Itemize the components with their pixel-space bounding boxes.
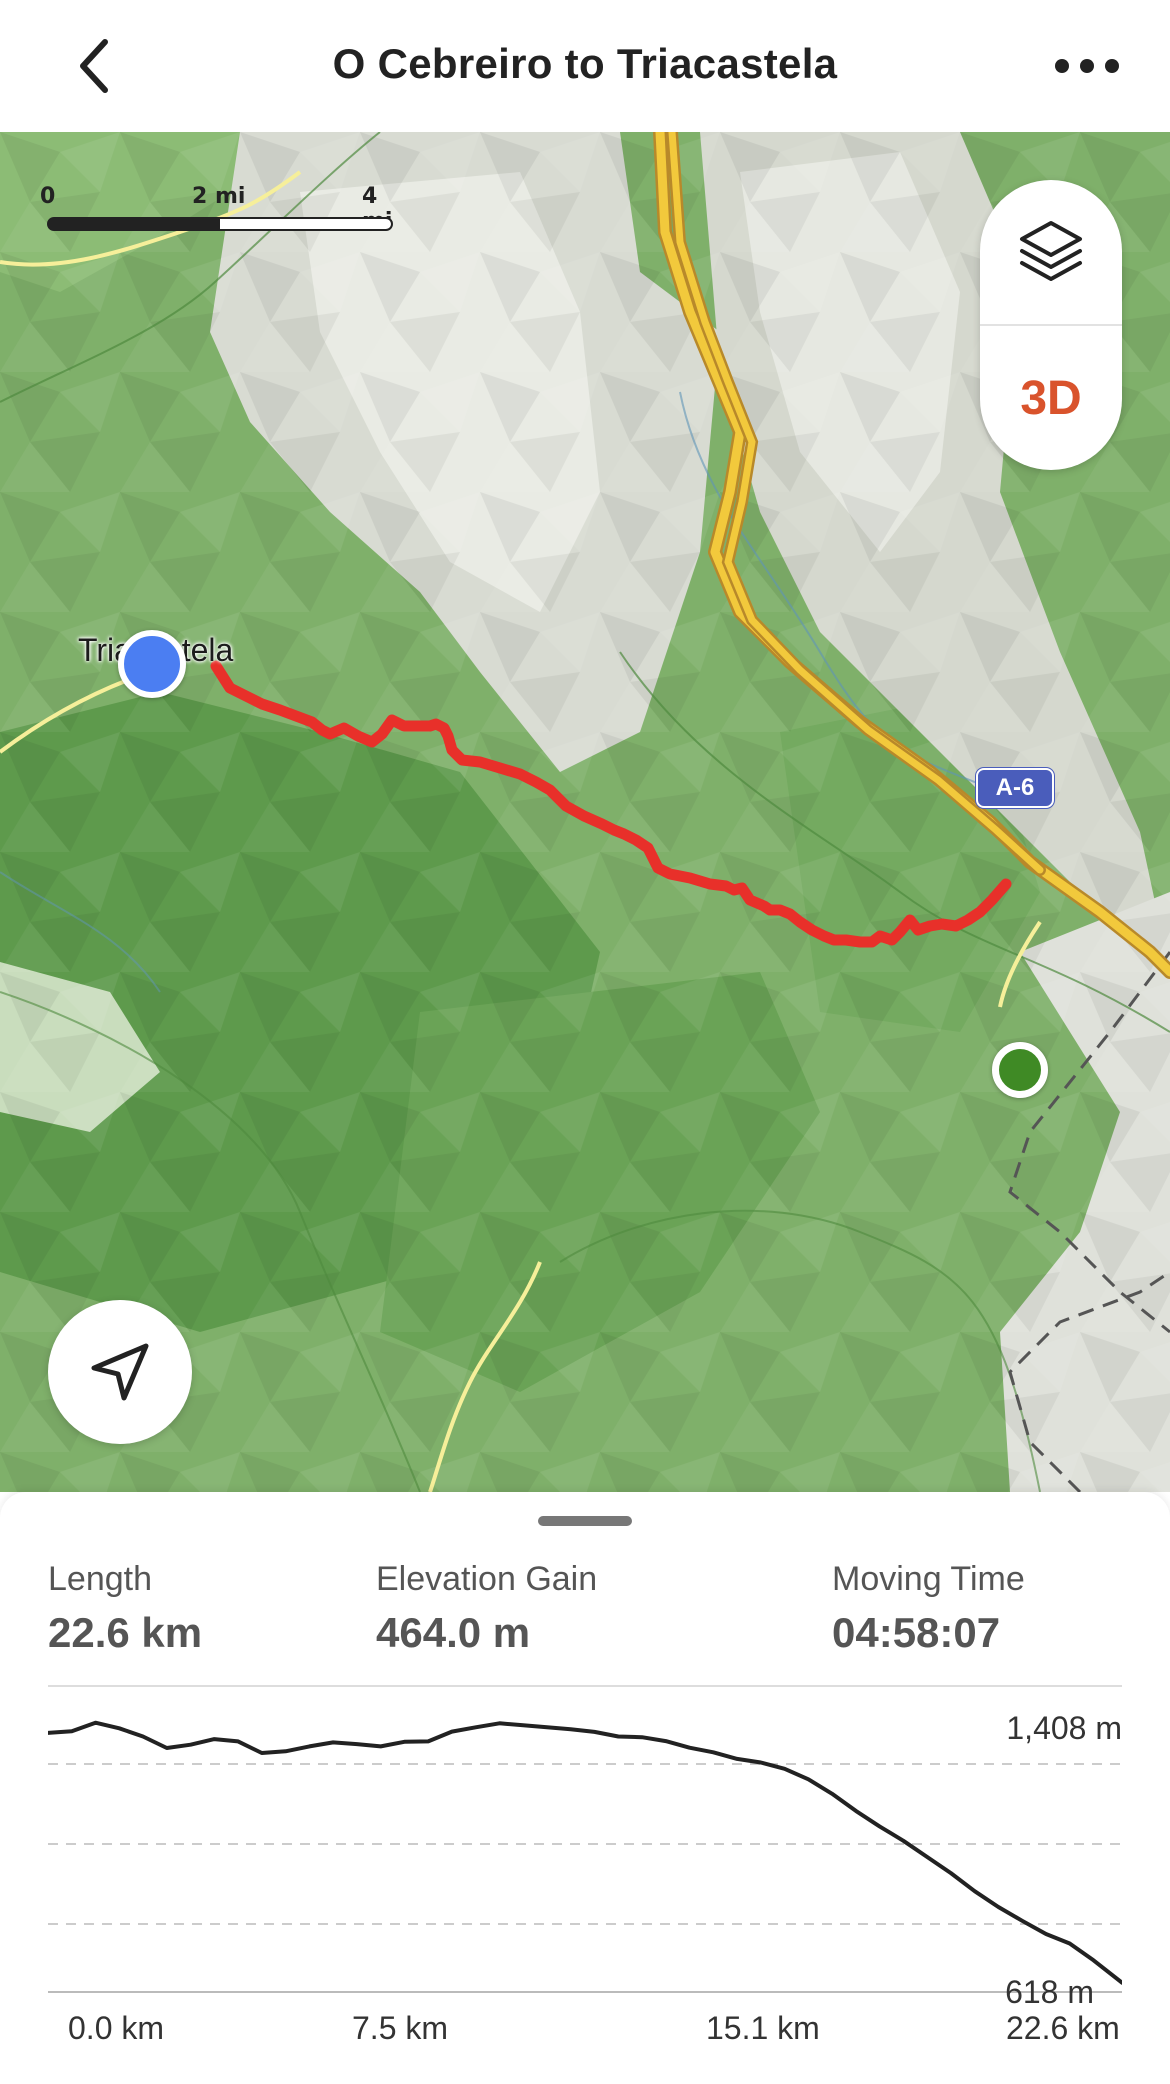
elevation-line	[48, 1720, 1122, 1985]
top-bar: O Cebreiro to Triacastela	[0, 0, 1170, 132]
y-max-label: 1,408 m	[1006, 1710, 1122, 1746]
stat-label: Length	[48, 1560, 152, 1598]
scale-tick: 2 mi	[192, 184, 246, 209]
stat-value: 04:58:07	[832, 1609, 1001, 1656]
scale-tick: 0	[40, 184, 56, 209]
stat-label: Moving Time	[832, 1560, 1025, 1598]
3d-toggle-button[interactable]: 3D	[980, 326, 1122, 470]
more-options-button[interactable]	[1042, 36, 1132, 96]
elevation-chart	[48, 1685, 1122, 1993]
elevation-profile[interactable]: 1,408 m 618 m 0.0 km 7.5 km 15.1 km 22.6…	[48, 1684, 1122, 2084]
more-horizontal-icon	[1055, 59, 1119, 73]
elevation-gain-stat: Elevation Gain 464.0 m	[376, 1560, 597, 1657]
x-tick-label: 0.0 km	[68, 2010, 165, 2046]
moving-time-stat: Moving Time 04:58:07	[832, 1560, 1025, 1657]
navigation-arrow-icon	[91, 1343, 149, 1401]
road-shield: A-6	[976, 768, 1054, 808]
map-view[interactable]: 0 2 mi 4 mi Triacastela A-6 3D	[0, 132, 1170, 1492]
y-min-label: 618 m	[1005, 1974, 1094, 2010]
end-marker[interactable]	[992, 1042, 1048, 1098]
stat-value: 464.0 m	[376, 1609, 531, 1656]
x-tick-label: 22.6 km	[1006, 2010, 1120, 2046]
stat-label: Elevation Gain	[376, 1560, 598, 1598]
x-tick-label: 15.1 km	[706, 2010, 820, 2046]
map-controls: 3D	[980, 180, 1122, 470]
stat-value: 22.6 km	[48, 1609, 203, 1656]
x-tick-label: 7.5 km	[352, 2010, 449, 2046]
map-scale: 0 2 mi 4 mi	[40, 184, 396, 244]
locate-button[interactable]	[48, 1300, 192, 1444]
sheet-drag-handle[interactable]	[538, 1516, 632, 1526]
length-stat: Length 22.6 km	[48, 1560, 202, 1657]
layers-icon	[1020, 221, 1082, 281]
scale-bar	[47, 217, 393, 231]
start-marker[interactable]	[118, 630, 186, 698]
layers-button[interactable]	[980, 180, 1122, 324]
page-title: O Cebreiro to Triacastela	[332, 40, 838, 87]
bottom-sheet[interactable]: Length 22.6 km Elevation Gain 464.0 m Mo…	[0, 1492, 1170, 2084]
